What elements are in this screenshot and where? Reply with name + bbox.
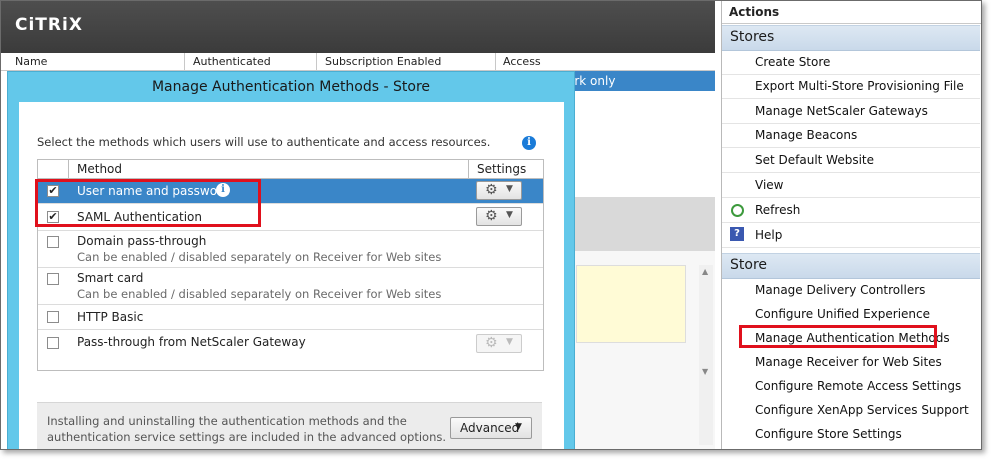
action-manage-receiver-web-sites[interactable]: Manage Receiver for Web Sites (722, 350, 980, 374)
highlight-box-methods (35, 179, 261, 227)
method-note: Can be enabled / disabled separately on … (77, 287, 442, 301)
stores-section-label: Stores (730, 29, 775, 45)
advanced-button[interactable]: Advanced ▼ (450, 417, 532, 439)
store-section-label: Store (730, 257, 768, 273)
dialog-title: Manage Authentication Methods - Store (151, 79, 431, 95)
method-name: Smart card (77, 271, 144, 285)
checkbox-smart-card[interactable] (47, 273, 59, 285)
column-subscription-enabled[interactable]: Subscription Enabled (325, 55, 441, 68)
column-access[interactable]: Access (503, 55, 541, 68)
checkbox-domain-passthrough[interactable] (47, 236, 59, 248)
chevron-down-icon: ▼ (506, 210, 513, 220)
store-list-header: Name Authenticated Subscription Enabled … (1, 53, 715, 71)
checkbox-http-basic[interactable] (47, 311, 59, 323)
method-column-header: Method (77, 162, 123, 176)
action-manage-netscaler-gateways[interactable]: Manage NetScaler Gateways (722, 99, 980, 124)
settings-gear-button[interactable]: ⚙ ▼ (476, 207, 522, 226)
gear-icon: ⚙ (485, 208, 498, 224)
info-icon[interactable]: i (522, 136, 536, 150)
checkbox-netscaler-passthrough[interactable] (47, 337, 59, 349)
column-authenticated[interactable]: Authenticated (193, 55, 271, 68)
scroll-up-icon[interactable]: ▲ (702, 267, 708, 276)
methods-table-header: Method Settings (38, 160, 543, 179)
method-name: Pass-through from NetScaler Gateway (77, 335, 306, 349)
settings-gear-button-disabled: ⚙ ▼ (476, 334, 522, 353)
action-configure-store-settings[interactable]: Configure Store Settings (722, 422, 980, 446)
dialog-instruction: Select the methods which users will use … (37, 135, 491, 149)
chevron-down-icon: ▼ (506, 337, 513, 347)
action-configure-unified-experience[interactable]: Configure Unified Experience (722, 302, 980, 326)
citrix-logo: CiTRiX (15, 15, 83, 35)
details-scrollbar[interactable]: ▲ ▼ (699, 265, 713, 445)
column-name[interactable]: Name (15, 55, 47, 68)
advanced-footer-text: Installing and uninstalling the authenti… (47, 414, 447, 444)
action-manage-delivery-controllers[interactable]: Manage Delivery Controllers (722, 278, 980, 302)
highlight-box-action (739, 325, 937, 348)
method-note: Can be enabled / disabled separately on … (77, 250, 442, 264)
method-name: HTTP Basic (77, 310, 144, 324)
method-row-http-basic[interactable]: HTTP Basic (38, 305, 543, 330)
console-window: CiTRiX Name Authenticated Subscription E… (0, 0, 982, 450)
stores-section-header[interactable]: Stores (722, 25, 980, 51)
action-manage-beacons[interactable]: Manage Beacons (722, 123, 980, 148)
dialog-body: Select the methods which users will use … (19, 102, 564, 449)
chevron-down-icon: ▼ (506, 184, 513, 194)
action-configure-xenapp-services[interactable]: Configure XenApp Services Support (722, 398, 980, 422)
advanced-footer: Installing and uninstalling the authenti… (37, 402, 542, 449)
gear-icon: ⚙ (485, 335, 498, 351)
action-configure-remote-access[interactable]: Configure Remote Access Settings (722, 374, 980, 398)
selected-store-row[interactable]: ork only (561, 71, 715, 91)
action-set-default-website[interactable]: Set Default Website (722, 148, 980, 173)
actions-title-bar: Actions (722, 1, 981, 24)
chevron-down-icon: ▼ (515, 422, 522, 432)
top-banner: CiTRiX (1, 1, 715, 53)
actions-title: Actions (729, 5, 780, 19)
method-row-smart-card[interactable]: Smart card Can be enabled / disabled sep… (38, 268, 543, 305)
method-row-domain-passthrough[interactable]: Domain pass-through Can be enabled / dis… (38, 231, 543, 268)
action-help[interactable]: ? Help (722, 223, 980, 248)
action-create-store[interactable]: Create Store (722, 50, 980, 75)
manage-auth-dialog: Manage Authentication Methods - Store Se… (7, 71, 575, 449)
actions-pane: Actions Stores Create Store Export Multi… (721, 1, 981, 449)
method-row-netscaler-passthrough[interactable]: Pass-through from NetScaler Gateway ⚙ ▼ (38, 330, 543, 356)
action-view[interactable]: View (722, 173, 980, 198)
help-icon: ? (730, 227, 744, 241)
action-export-provisioning-file[interactable]: Export Multi-Store Provisioning File (722, 74, 980, 99)
details-note (576, 265, 686, 343)
method-name: Domain pass-through (77, 234, 207, 248)
store-section-header[interactable]: Store (722, 253, 980, 279)
scroll-down-icon[interactable]: ▼ (702, 367, 708, 376)
refresh-icon (731, 204, 744, 217)
gear-icon: ⚙ (485, 182, 498, 198)
details-header (561, 197, 715, 251)
settings-gear-button[interactable]: ⚙ ▼ (476, 181, 522, 200)
settings-column-header: Settings (477, 162, 527, 176)
action-refresh[interactable]: Refresh (722, 198, 980, 223)
